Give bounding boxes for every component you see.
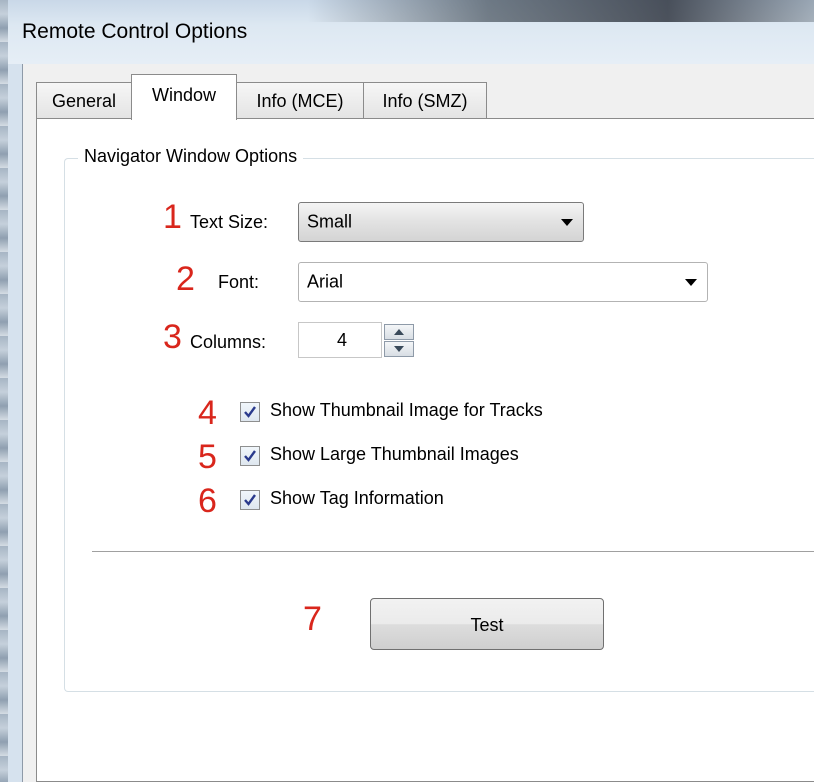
large-thumbnail-label: Show Large Thumbnail Images — [270, 444, 519, 464]
chevron-down-icon — [685, 279, 697, 286]
marker-1: 1 — [163, 198, 182, 236]
test-button[interactable]: Test — [370, 598, 604, 650]
columns-label: Columns: — [190, 332, 267, 352]
font-select[interactable]: Arial — [298, 262, 708, 302]
marker-3: 3 — [163, 318, 182, 356]
tab-info-mce[interactable]: Info (MCE) — [236, 82, 364, 118]
chevron-down-icon — [561, 219, 573, 226]
text-size-select[interactable]: Small — [298, 202, 584, 242]
columns-value: 4 — [337, 330, 348, 350]
title-bar-shade — [308, 0, 814, 22]
tab-info-smz[interactable]: Info (SMZ) — [363, 82, 487, 118]
separator-line — [92, 551, 814, 553]
spin-up-button[interactable] — [384, 324, 414, 340]
large-thumbnail-checkbox[interactable] — [240, 446, 260, 466]
group-title: Navigator Window Options — [78, 146, 304, 167]
marker-6: 6 — [198, 482, 217, 520]
marker-5: 5 — [198, 438, 217, 476]
text-size-value: Small — [307, 211, 353, 232]
check-icon — [244, 494, 256, 506]
spin-down-button[interactable] — [384, 341, 414, 357]
check-icon — [244, 450, 256, 462]
check-icon — [244, 406, 256, 418]
spin-down-icon — [394, 346, 404, 352]
marker-4: 4 — [198, 394, 217, 432]
font-value: Arial — [307, 271, 344, 292]
columns-input[interactable]: 4 — [298, 322, 382, 358]
text-size-label: Text Size: — [190, 212, 269, 232]
tab-window[interactable]: Window — [131, 74, 237, 120]
spin-up-icon — [394, 329, 404, 335]
tab-general[interactable]: General — [36, 82, 132, 118]
window-title: Remote Control Options — [22, 20, 248, 43]
thumbnail-tracks-checkbox[interactable] — [240, 402, 260, 422]
marker-2: 2 — [176, 260, 195, 298]
tag-information-checkbox[interactable] — [240, 490, 260, 510]
tag-information-label: Show Tag Information — [270, 488, 444, 508]
window-edge-strip — [0, 0, 8, 782]
marker-7: 7 — [303, 600, 322, 638]
thumbnail-tracks-label: Show Thumbnail Image for Tracks — [270, 400, 543, 420]
font-label: Font: — [218, 272, 260, 292]
